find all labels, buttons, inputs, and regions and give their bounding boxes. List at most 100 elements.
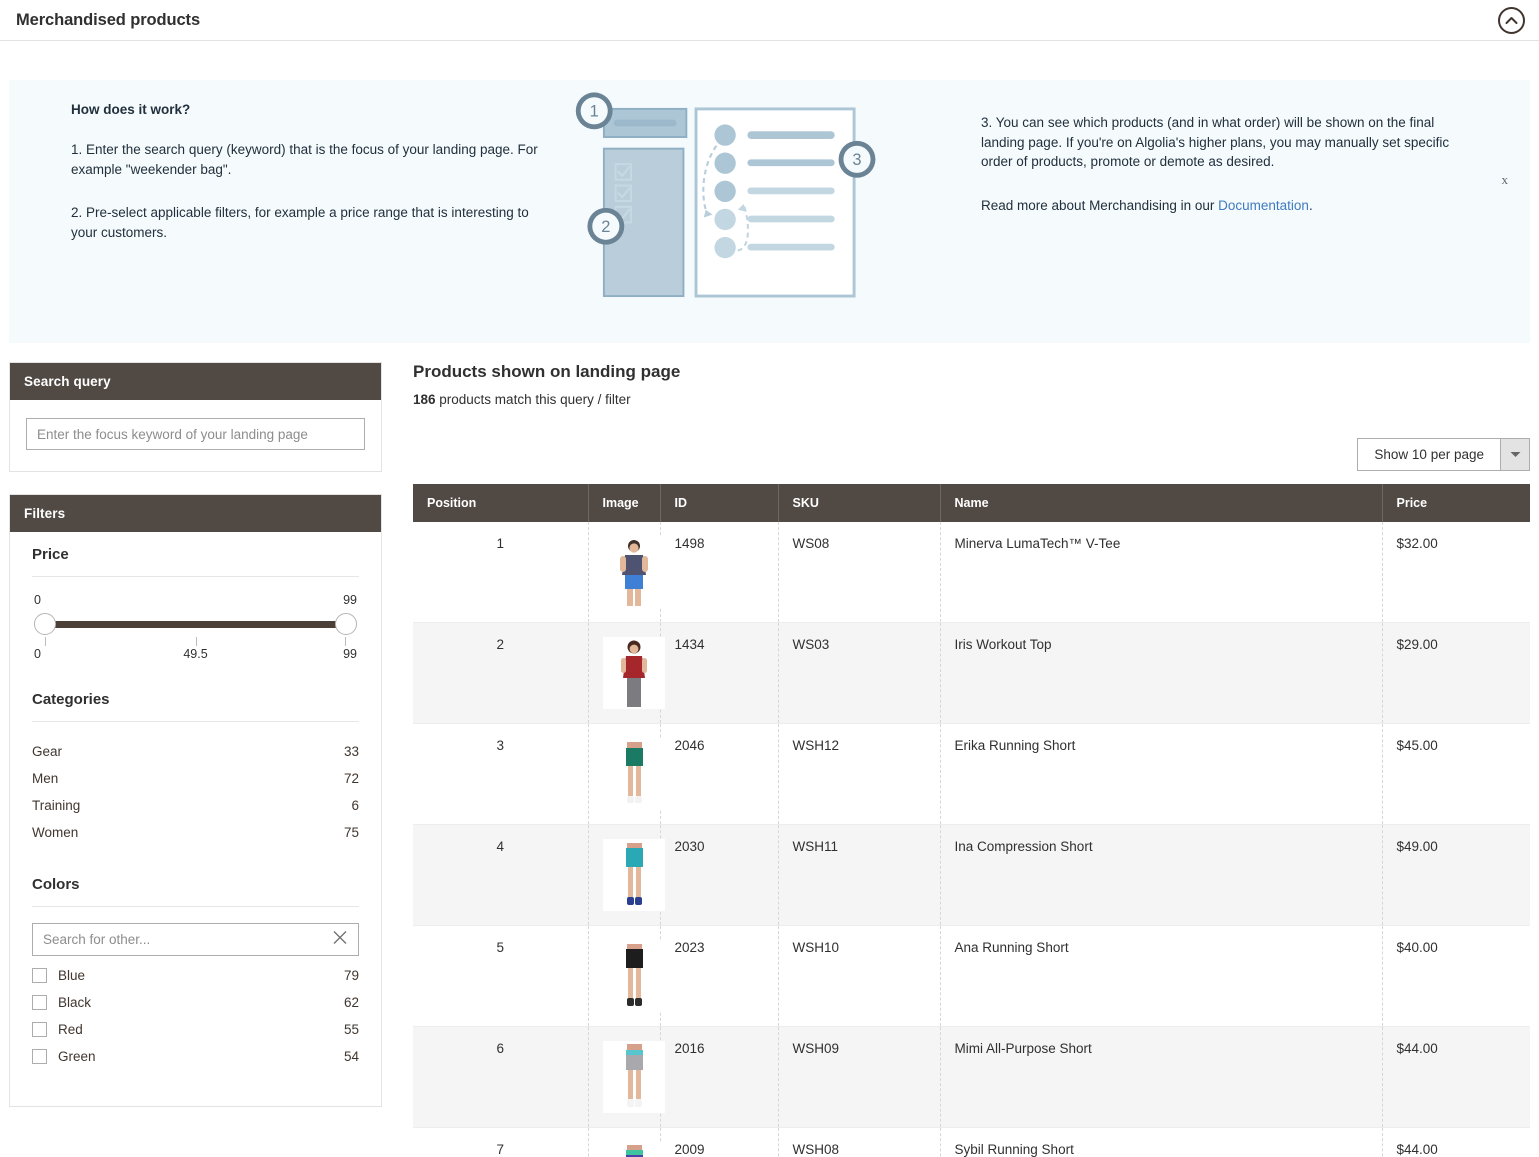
price-slider-rail[interactable] <box>34 613 357 635</box>
per-page-label: Show 10 per page <box>1358 439 1500 470</box>
cell-sku: WS08 <box>778 522 940 623</box>
cell-name: Ana Running Short <box>940 926 1382 1027</box>
product-thumbnail <box>603 839 665 911</box>
collapse-section-button[interactable] <box>1498 7 1525 34</box>
cell-price: $29.00 <box>1382 623 1530 724</box>
facet-category-gear[interactable]: Gear 33 <box>32 738 359 765</box>
cell-image <box>588 623 660 724</box>
checkbox[interactable] <box>32 968 47 983</box>
cell-image <box>588 724 660 825</box>
divider <box>32 906 359 907</box>
cell-id: 2016 <box>660 1027 778 1128</box>
column-header-sku[interactable]: SKU <box>778 484 940 522</box>
column-header-position[interactable]: Position <box>413 484 588 522</box>
badge-2: 2 <box>587 208 624 245</box>
cell-sku: WSH08 <box>778 1128 940 1157</box>
banner-close-button[interactable]: x <box>1502 173 1509 186</box>
colors-search-input[interactable] <box>32 923 359 956</box>
facet-count: 55 <box>344 1022 359 1037</box>
table-header-row: Position Image ID SKU Name Price <box>413 484 1530 522</box>
price-slider-handle-max[interactable] <box>335 613 357 635</box>
banner-step-2: 2. Pre-select applicable filters, for ex… <box>71 203 549 242</box>
table-row[interactable]: 2 <box>413 623 1530 724</box>
price-range-slider[interactable]: 0 99 <box>32 593 359 661</box>
products-match-line: 186 products match this query / filter <box>413 392 1530 407</box>
table-row[interactable]: 6 <box>413 1027 1530 1128</box>
table-row[interactable]: 5 <box>413 926 1530 1027</box>
facet-color-green[interactable]: Green 54 <box>32 1043 359 1070</box>
facet-label: Women <box>32 825 78 840</box>
price-slider-handle-min[interactable] <box>34 613 56 635</box>
price-min-bound: 0 <box>34 593 41 607</box>
sidebar: Search query Filters Price 0 99 <box>9 362 382 1157</box>
table-toolbar: Show 10 per page <box>413 438 1530 471</box>
table-row[interactable]: 1 <box>413 522 1530 623</box>
checkbox[interactable] <box>32 995 47 1010</box>
facet-label: Black <box>58 995 91 1010</box>
facet-label: Gear <box>32 744 62 759</box>
checkbox[interactable] <box>32 1022 47 1037</box>
filter-group-colors: Colors Blue 79 <box>32 876 359 1070</box>
documentation-link[interactable]: Documentation <box>1218 198 1309 213</box>
facet-color-red[interactable]: Red 55 <box>32 1016 359 1043</box>
cell-sku: WS03 <box>778 623 940 724</box>
cell-id: 2046 <box>660 724 778 825</box>
cell-sku: WSH10 <box>778 926 940 1027</box>
colors-search-wrapper <box>32 923 359 956</box>
facet-label: Green <box>58 1049 96 1064</box>
page-header: Merchandised products <box>0 0 1539 41</box>
cell-position: 2 <box>413 623 588 724</box>
cell-price: $44.00 <box>1382 1027 1530 1128</box>
facet-color-black[interactable]: Black 62 <box>32 989 359 1016</box>
filter-title-categories: Categories <box>32 691 359 708</box>
cell-price: $40.00 <box>1382 926 1530 1027</box>
facet-count: 75 <box>344 825 359 840</box>
product-thumbnail <box>603 536 665 608</box>
chevron-down-icon[interactable] <box>1500 439 1529 470</box>
per-page-select[interactable]: Show 10 per page <box>1357 438 1530 471</box>
search-query-input[interactable] <box>26 418 365 450</box>
facet-count: 54 <box>344 1049 359 1064</box>
cell-position: 5 <box>413 926 588 1027</box>
banner-right-text: 3. You can see which products (and in wh… <box>955 80 1495 216</box>
table-row[interactable]: 3 <box>413 724 1530 825</box>
facet-count: 6 <box>351 798 359 813</box>
cell-name: Minerva LumaTech™ V-Tee <box>940 522 1382 623</box>
facet-label: Training <box>32 798 80 813</box>
price-tick-mid: 49.5 <box>183 647 207 661</box>
products-title: Products shown on landing page <box>413 362 1530 382</box>
cell-image <box>588 522 660 623</box>
checkbox[interactable] <box>32 1049 47 1064</box>
facet-category-men[interactable]: Men 72 <box>32 765 359 792</box>
badge-1: 1 <box>576 92 613 129</box>
product-thumbnail <box>603 940 665 1012</box>
column-header-id[interactable]: ID <box>660 484 778 522</box>
cell-name: Sybil Running Short <box>940 1128 1382 1157</box>
cell-name: Erika Running Short <box>940 724 1382 825</box>
facet-count: 72 <box>344 771 359 786</box>
column-header-name[interactable]: Name <box>940 484 1382 522</box>
facet-count: 33 <box>344 744 359 759</box>
close-x-icon[interactable] <box>332 929 348 950</box>
chevron-up-circle-icon <box>1505 16 1518 25</box>
table-row[interactable]: 4 <box>413 825 1530 926</box>
column-header-price[interactable]: Price <box>1382 484 1530 522</box>
column-header-image[interactable]: Image <box>588 484 660 522</box>
facet-category-training[interactable]: Training 6 <box>32 792 359 819</box>
facet-category-women[interactable]: Women 75 <box>32 819 359 846</box>
filter-group-categories: Categories Gear 33 Men 72 Training 6 <box>32 691 359 846</box>
price-slider-bounds: 0 99 <box>34 593 357 607</box>
search-query-panel: Search query <box>9 362 382 472</box>
how-it-works-banner: x How does it work? 1. Enter the search … <box>9 80 1530 343</box>
filter-title-colors: Colors <box>32 876 359 893</box>
read-more-suffix: . <box>1309 198 1313 213</box>
content-area: Search query Filters Price 0 99 <box>0 343 1539 1157</box>
cell-id: 2009 <box>660 1128 778 1157</box>
facet-color-blue[interactable]: Blue 79 <box>32 962 359 989</box>
products-table-body: 1 <box>413 522 1530 1157</box>
facet-count: 62 <box>344 995 359 1010</box>
banner-step-3: 3. You can see which products (and in wh… <box>981 113 1475 172</box>
cell-sku: WSH12 <box>778 724 940 825</box>
price-tick-min: 0 <box>34 647 41 661</box>
table-row[interactable]: 7 <box>413 1128 1530 1157</box>
